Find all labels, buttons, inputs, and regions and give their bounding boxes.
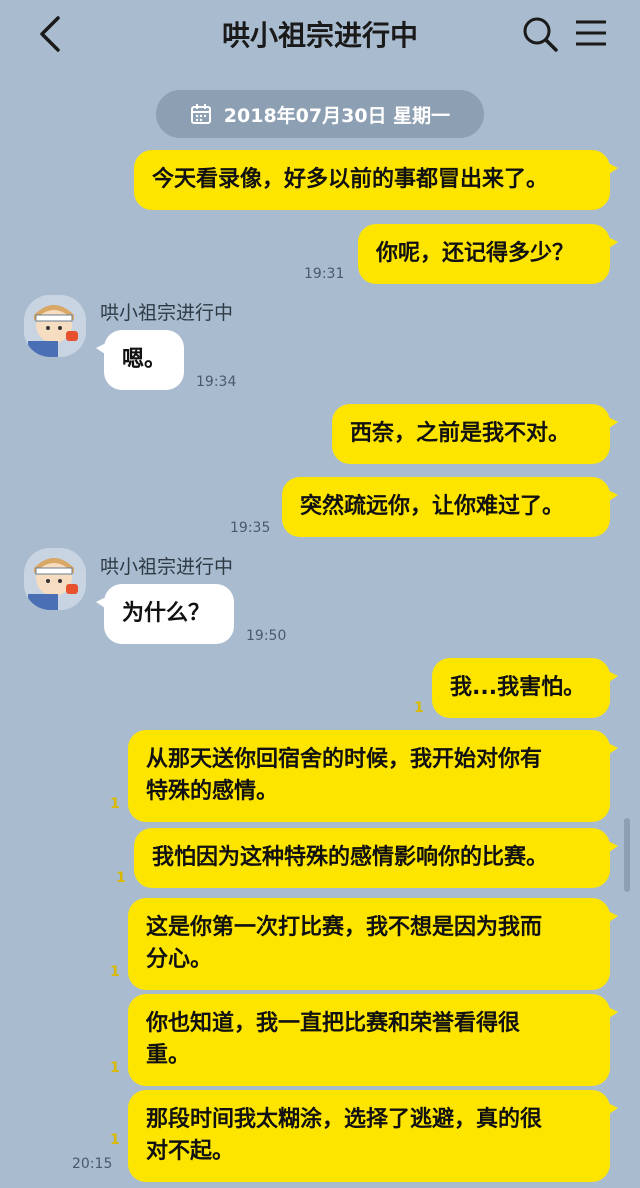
outgoing-message[interactable]: 西奈，之前是我不对。 <box>332 404 618 464</box>
message-text-line: 你也知道，我一直把比赛和荣誉看得很 <box>146 1011 521 1036</box>
message-text-line: 重。 <box>146 1043 191 1068</box>
contact-avatar[interactable] <box>24 295 86 357</box>
chat-screen: 哄小祖宗进行中 2018年07月30日 星期一 今天看录像，好多以前的事都冒出来… <box>0 0 640 1188</box>
contact-avatar[interactable] <box>24 548 86 610</box>
outgoing-message[interactable]: 我怕因为这种特殊的感情影响你的比赛。 <box>134 828 618 888</box>
menu-button[interactable] <box>570 12 614 56</box>
sender-name: 哄小祖宗进行中 <box>100 556 234 578</box>
message-text-line: 特殊的感情。 <box>146 779 279 804</box>
message-text: 突然疏远你，让你难过了。 <box>300 494 565 519</box>
message-time: 19:34 <box>196 374 237 390</box>
message-text-line: 分心。 <box>146 947 213 972</box>
message-text: 嗯。 <box>122 347 167 372</box>
avatar-image <box>24 548 86 610</box>
hamburger-menu-icon <box>576 20 606 46</box>
unread-count: 1 <box>110 796 120 812</box>
avatar-image <box>24 295 86 357</box>
unread-count: 1 <box>110 1060 120 1076</box>
search-icon <box>523 17 558 52</box>
scrollbar-thumb[interactable] <box>624 818 630 892</box>
unread-count: 1 <box>110 964 120 980</box>
message-text-line: 那段时间我太糊涂，选择了逃避，真的很 <box>146 1107 543 1132</box>
outgoing-message[interactable]: 我...我害怕。 <box>432 658 618 718</box>
unread-count: 1 <box>116 870 126 886</box>
date-text: 2018年07月30日 星期一 <box>223 104 451 127</box>
message-time: 19:50 <box>246 628 287 644</box>
message-text-line: 对不起。 <box>146 1139 235 1164</box>
message-text: 为什么？ <box>122 601 211 626</box>
message-time: 20:15 <box>72 1156 113 1172</box>
search-button[interactable] <box>518 12 562 56</box>
message-text: 我怕因为这种特殊的感情影响你的比赛。 <box>152 845 549 870</box>
calendar-icon <box>190 104 211 124</box>
message-time: 19:31 <box>304 266 345 282</box>
message-text: 今天看录像，好多以前的事都冒出来了。 <box>152 167 549 192</box>
incoming-message[interactable]: 为什么？ <box>96 584 234 644</box>
sender-name: 哄小祖宗进行中 <box>100 302 234 324</box>
message-text: 你呢，还记得多少？ <box>376 241 575 266</box>
chat-header: 哄小祖宗进行中 <box>0 0 640 70</box>
message-text: 我...我害怕。 <box>450 675 586 700</box>
unread-count: 1 <box>110 1132 120 1148</box>
message-text-line: 从那天送你回宿舍的时候，我开始对你有 <box>146 747 543 772</box>
message-text: 西奈，之前是我不对。 <box>350 421 571 446</box>
date-divider: 2018年07月30日 星期一 <box>156 90 484 138</box>
outgoing-message[interactable]: 突然疏远你，让你难过了。 <box>282 477 618 537</box>
message-time: 19:35 <box>230 520 271 536</box>
unread-count: 1 <box>414 700 424 716</box>
outgoing-message[interactable]: 从那天送你回宿舍的时候，我开始对你有 特殊的感情。 <box>128 730 618 822</box>
outgoing-message[interactable]: 那段时间我太糊涂，选择了逃避，真的很 对不起。 <box>128 1090 618 1182</box>
outgoing-message[interactable]: 你也知道，我一直把比赛和荣誉看得很 重。 <box>128 994 618 1086</box>
outgoing-message[interactable]: 这是你第一次打比赛，我不想是因为我而 分心。 <box>128 898 618 990</box>
incoming-message[interactable]: 嗯。 <box>96 330 184 390</box>
message-text-line: 这是你第一次打比赛，我不想是因为我而 <box>146 915 543 940</box>
outgoing-message[interactable]: 你呢，还记得多少？ <box>358 224 618 284</box>
outgoing-message[interactable]: 今天看录像，好多以前的事都冒出来了。 <box>134 150 618 210</box>
